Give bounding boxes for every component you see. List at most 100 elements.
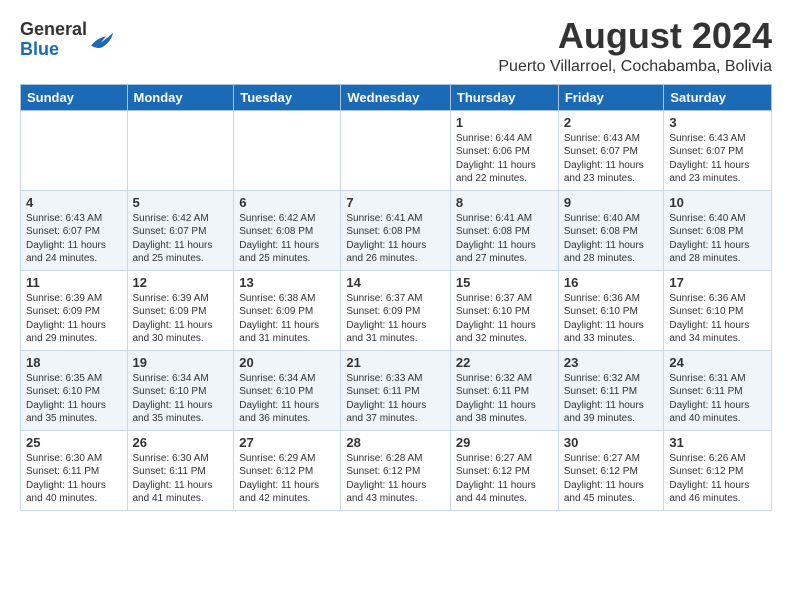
table-row — [127, 110, 234, 190]
table-row: 20 Sunrise: 6:34 AMSunset: 6:10 PMDayligh… — [234, 350, 341, 430]
day-info: Sunrise: 6:44 AMSunset: 6:06 PMDaylight:… — [456, 133, 536, 185]
logo-blue-text: Blue — [20, 39, 59, 59]
day-info: Sunrise: 6:29 AMSunset: 6:12 PMDaylight:… — [239, 453, 319, 505]
header-wednesday: Wednesday — [341, 84, 451, 110]
day-info: Sunrise: 6:30 AMSunset: 6:11 PMDaylight:… — [133, 453, 213, 505]
day-info: Sunrise: 6:42 AMSunset: 6:08 PMDaylight:… — [239, 213, 319, 265]
day-number: 24 — [669, 355, 766, 370]
day-number: 8 — [456, 195, 553, 210]
day-info: Sunrise: 6:32 AMSunset: 6:11 PMDaylight:… — [456, 373, 536, 425]
day-number: 13 — [239, 275, 335, 290]
day-info: Sunrise: 6:43 AMSunset: 6:07 PMDaylight:… — [26, 213, 106, 265]
day-number: 15 — [456, 275, 553, 290]
header-sunday: Sunday — [21, 84, 128, 110]
day-number: 26 — [133, 435, 229, 450]
day-number: 3 — [669, 115, 766, 130]
table-row: 2Sunrise: 6:43 AMSunset: 6:07 PMDaylight… — [558, 110, 664, 190]
table-row: 28 Sunrise: 6:28 AMSunset: 6:12 PMDayligh… — [341, 430, 451, 510]
day-number: 5 — [133, 195, 229, 210]
day-info: Sunrise: 6:40 AMSunset: 6:08 PMDaylight:… — [669, 213, 749, 265]
table-row: 13 Sunrise: 6:38 AMSunset: 6:09 PMDayligh… — [234, 270, 341, 350]
table-row: 3Sunrise: 6:43 AMSunset: 6:07 PMDaylight… — [664, 110, 772, 190]
day-info: Sunrise: 6:39 AMSunset: 6:09 PMDaylight:… — [133, 293, 213, 345]
day-number: 29 — [456, 435, 553, 450]
table-row: 10 Sunrise: 6:40 AMSunset: 6:08 PMDayligh… — [664, 190, 772, 270]
day-info: Sunrise: 6:38 AMSunset: 6:09 PMDaylight:… — [239, 293, 319, 345]
day-number: 25 — [26, 435, 122, 450]
table-row: 15 Sunrise: 6:37 AMSunset: 6:10 PMDayligh… — [450, 270, 558, 350]
day-number: 31 — [669, 435, 766, 450]
day-number: 7 — [346, 195, 445, 210]
header-friday: Friday — [558, 84, 664, 110]
table-row: 14 Sunrise: 6:37 AMSunset: 6:09 PMDayligh… — [341, 270, 451, 350]
table-row: 4 Sunrise: 6:43 AMSunset: 6:07 PMDaylight… — [21, 190, 128, 270]
day-info: Sunrise: 6:34 AMSunset: 6:10 PMDaylight:… — [239, 373, 319, 425]
day-number: 6 — [239, 195, 335, 210]
day-info: Sunrise: 6:40 AMSunset: 6:08 PMDaylight:… — [564, 213, 644, 265]
table-row: 26 Sunrise: 6:30 AMSunset: 6:11 PMDayligh… — [127, 430, 234, 510]
day-number: 28 — [346, 435, 445, 450]
day-number: 30 — [564, 435, 659, 450]
table-row: 27Sunrise: 6:29 AMSunset: 6:12 PMDayligh… — [234, 430, 341, 510]
table-row: 8Sunrise: 6:41 AMSunset: 6:08 PMDaylight… — [450, 190, 558, 270]
day-info: Sunrise: 6:36 AMSunset: 6:10 PMDaylight:… — [669, 293, 749, 345]
calendar-week-row: 25 Sunrise: 6:30 AMSunset: 6:11 PMDayligh… — [21, 430, 772, 510]
day-number: 14 — [346, 275, 445, 290]
logo: General Blue — [20, 20, 117, 60]
day-number: 22 — [456, 355, 553, 370]
day-number: 4 — [26, 195, 122, 210]
day-number: 20 — [239, 355, 335, 370]
day-info: Sunrise: 6:39 AMSunset: 6:09 PMDaylight:… — [26, 293, 106, 345]
calendar-header-row: Sunday Monday Tuesday Wednesday Thursday… — [21, 84, 772, 110]
day-number: 10 — [669, 195, 766, 210]
day-info: Sunrise: 6:37 AMSunset: 6:09 PMDaylight:… — [346, 293, 426, 345]
table-row — [341, 110, 451, 190]
header: General Blue August 2024 Puerto Villarro… — [20, 16, 772, 76]
day-number: 2 — [564, 115, 659, 130]
main-title: August 2024 — [498, 16, 772, 56]
day-info: Sunrise: 6:30 AMSunset: 6:11 PMDaylight:… — [26, 453, 106, 505]
logo-bird-icon — [89, 29, 117, 51]
subtitle: Puerto Villarroel, Cochabamba, Bolivia — [498, 58, 772, 76]
calendar-week-row: 4 Sunrise: 6:43 AMSunset: 6:07 PMDaylight… — [21, 190, 772, 270]
day-info: Sunrise: 6:35 AMSunset: 6:10 PMDaylight:… — [26, 373, 106, 425]
table-row: 18Sunrise: 6:35 AMSunset: 6:10 PMDayligh… — [21, 350, 128, 430]
day-number: 12 — [133, 275, 229, 290]
logo-general-text: General — [20, 19, 87, 39]
calendar-week-row: 11 Sunrise: 6:39 AMSunset: 6:09 PMDayligh… — [21, 270, 772, 350]
day-info: Sunrise: 6:31 AMSunset: 6:11 PMDaylight:… — [669, 373, 749, 425]
day-info: Sunrise: 6:41 AMSunset: 6:08 PMDaylight:… — [346, 213, 426, 265]
day-info: Sunrise: 6:37 AMSunset: 6:10 PMDaylight:… — [456, 293, 536, 345]
header-thursday: Thursday — [450, 84, 558, 110]
table-row: 25 Sunrise: 6:30 AMSunset: 6:11 PMDayligh… — [21, 430, 128, 510]
table-row: 16 Sunrise: 6:36 AMSunset: 6:10 PMDayligh… — [558, 270, 664, 350]
day-number: 19 — [133, 355, 229, 370]
day-info: Sunrise: 6:42 AMSunset: 6:07 PMDaylight:… — [133, 213, 213, 265]
table-row — [234, 110, 341, 190]
day-info: Sunrise: 6:28 AMSunset: 6:12 PMDaylight:… — [346, 453, 426, 505]
day-number: 11 — [26, 275, 122, 290]
table-row: 24 Sunrise: 6:31 AMSunset: 6:11 PMDayligh… — [664, 350, 772, 430]
table-row: 21Sunrise: 6:33 AMSunset: 6:11 PMDayligh… — [341, 350, 451, 430]
day-info: Sunrise: 6:26 AMSunset: 6:12 PMDaylight:… — [669, 453, 749, 505]
table-row: 29 Sunrise: 6:27 AMSunset: 6:12 PMDayligh… — [450, 430, 558, 510]
day-number: 1 — [456, 115, 553, 130]
title-block: August 2024 Puerto Villarroel, Cochabamb… — [498, 16, 772, 76]
table-row: 17Sunrise: 6:36 AMSunset: 6:10 PMDayligh… — [664, 270, 772, 350]
day-info: Sunrise: 6:27 AMSunset: 6:12 PMDaylight:… — [564, 453, 644, 505]
page: General Blue August 2024 Puerto Villarro… — [0, 0, 792, 521]
table-row: 19Sunrise: 6:34 AMSunset: 6:10 PMDayligh… — [127, 350, 234, 430]
header-tuesday: Tuesday — [234, 84, 341, 110]
table-row: 1 Sunrise: 6:44 AMSunset: 6:06 PMDaylight… — [450, 110, 558, 190]
day-info: Sunrise: 6:32 AMSunset: 6:11 PMDaylight:… — [564, 373, 644, 425]
header-monday: Monday — [127, 84, 234, 110]
day-number: 16 — [564, 275, 659, 290]
table-row: 23 Sunrise: 6:32 AMSunset: 6:11 PMDayligh… — [558, 350, 664, 430]
table-row: 30 Sunrise: 6:27 AMSunset: 6:12 PMDayligh… — [558, 430, 664, 510]
day-info: Sunrise: 6:27 AMSunset: 6:12 PMDaylight:… — [456, 453, 536, 505]
day-number: 23 — [564, 355, 659, 370]
day-info: Sunrise: 6:36 AMSunset: 6:10 PMDaylight:… — [564, 293, 644, 345]
table-row — [21, 110, 128, 190]
table-row: 11 Sunrise: 6:39 AMSunset: 6:09 PMDayligh… — [21, 270, 128, 350]
calendar-table: Sunday Monday Tuesday Wednesday Thursday… — [20, 84, 772, 511]
